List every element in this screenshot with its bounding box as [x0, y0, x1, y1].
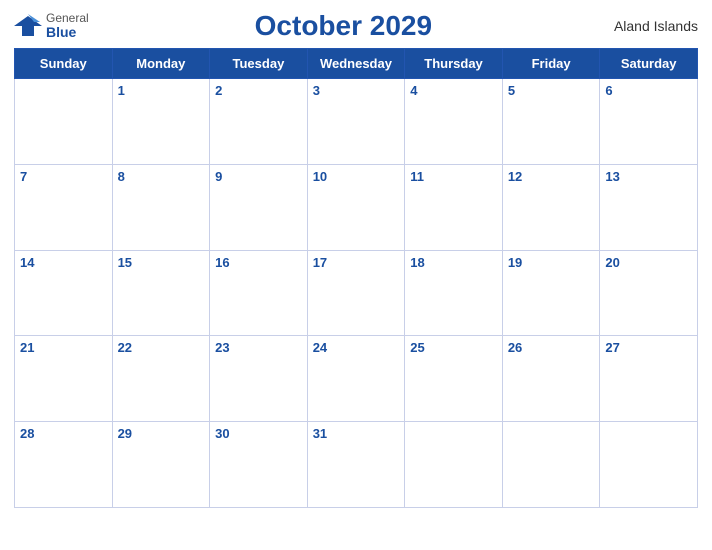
week-row-5: 28 29 30 31: [15, 422, 698, 508]
logo-area: General Blue: [14, 12, 89, 41]
day-number: 30: [215, 426, 229, 441]
calendar-cell: [502, 422, 600, 508]
calendar-thead: SundayMondayTuesdayWednesdayThursdayFrid…: [15, 49, 698, 79]
calendar-tbody: 1234567891011121314151617181920212223242…: [15, 79, 698, 508]
calendar-cell: 5: [502, 79, 600, 165]
day-number: 7: [20, 169, 27, 184]
calendar-cell: 8: [112, 164, 210, 250]
day-number: 6: [605, 83, 612, 98]
calendar-cell: 20: [600, 250, 698, 336]
week-row-4: 21 22 23 24 25 26 27: [15, 336, 698, 422]
calendar-cell: 29: [112, 422, 210, 508]
calendar-cell: 30: [210, 422, 308, 508]
day-number: 8: [118, 169, 125, 184]
region-label: Aland Islands: [598, 18, 698, 34]
calendar-cell: 17: [307, 250, 405, 336]
day-number: 31: [313, 426, 327, 441]
day-number: 1: [118, 83, 125, 98]
calendar-cell: 21: [15, 336, 113, 422]
calendar-cell: [15, 79, 113, 165]
day-number: 23: [215, 340, 229, 355]
weekday-header-friday: Friday: [502, 49, 600, 79]
calendar-cell: 6: [600, 79, 698, 165]
week-row-3: 14 15 16 17 18 19 20: [15, 250, 698, 336]
calendar-cell: [405, 422, 503, 508]
day-number: 20: [605, 255, 619, 270]
weekday-header-sunday: Sunday: [15, 49, 113, 79]
day-number: 12: [508, 169, 522, 184]
day-number: 24: [313, 340, 327, 355]
day-number: 28: [20, 426, 34, 441]
calendar-cell: 3: [307, 79, 405, 165]
calendar-cell: 16: [210, 250, 308, 336]
calendar-cell: 28: [15, 422, 113, 508]
calendar-cell: 24: [307, 336, 405, 422]
day-number: 27: [605, 340, 619, 355]
calendar-cell: 14: [15, 250, 113, 336]
logo-bird-icon: [14, 12, 42, 40]
day-number: 4: [410, 83, 417, 98]
weekday-header-tuesday: Tuesday: [210, 49, 308, 79]
calendar-cell: 9: [210, 164, 308, 250]
day-number: 26: [508, 340, 522, 355]
calendar-cell: 10: [307, 164, 405, 250]
day-number: 25: [410, 340, 424, 355]
calendar-cell: 22: [112, 336, 210, 422]
calendar-cell: 11: [405, 164, 503, 250]
weekday-header-monday: Monday: [112, 49, 210, 79]
calendar-cell: 25: [405, 336, 503, 422]
calendar-cell: 2: [210, 79, 308, 165]
day-number: 11: [410, 169, 424, 184]
logo-text: General Blue: [46, 12, 89, 41]
week-row-2: 7 8 9 10 11 12 13: [15, 164, 698, 250]
calendar-cell: 31: [307, 422, 405, 508]
calendar-cell: 12: [502, 164, 600, 250]
day-number: 22: [118, 340, 132, 355]
calendar-cell: 26: [502, 336, 600, 422]
day-number: 13: [605, 169, 619, 184]
week-row-1: 1 2 3 4 5 6: [15, 79, 698, 165]
day-number: 19: [508, 255, 522, 270]
weekday-header-row: SundayMondayTuesdayWednesdayThursdayFrid…: [15, 49, 698, 79]
logo-blue-label: Blue: [46, 25, 89, 40]
calendar-cell: 1: [112, 79, 210, 165]
day-number: 16: [215, 255, 229, 270]
day-number: 18: [410, 255, 424, 270]
calendar-cell: [600, 422, 698, 508]
day-number: 29: [118, 426, 132, 441]
day-number: 5: [508, 83, 515, 98]
calendar-cell: 23: [210, 336, 308, 422]
calendar-cell: 19: [502, 250, 600, 336]
calendar-table: SundayMondayTuesdayWednesdayThursdayFrid…: [14, 48, 698, 508]
day-number: 15: [118, 255, 132, 270]
day-number: 14: [20, 255, 34, 270]
day-number: 17: [313, 255, 327, 270]
day-number: 2: [215, 83, 222, 98]
calendar-title: October 2029: [255, 10, 432, 41]
day-number: 9: [215, 169, 222, 184]
day-number: 21: [20, 340, 34, 355]
logo-general-label: General: [46, 12, 89, 25]
day-number: 3: [313, 83, 320, 98]
calendar-cell: 15: [112, 250, 210, 336]
calendar-cell: 27: [600, 336, 698, 422]
calendar-cell: 7: [15, 164, 113, 250]
title-area: October 2029: [89, 10, 598, 42]
calendar-cell: 4: [405, 79, 503, 165]
calendar-header: General Blue October 2029 Aland Islands: [14, 10, 698, 42]
calendar-cell: 13: [600, 164, 698, 250]
weekday-header-wednesday: Wednesday: [307, 49, 405, 79]
weekday-header-saturday: Saturday: [600, 49, 698, 79]
calendar-container: General Blue October 2029 Aland Islands …: [0, 0, 712, 550]
calendar-cell: 18: [405, 250, 503, 336]
weekday-header-thursday: Thursday: [405, 49, 503, 79]
day-number: 10: [313, 169, 327, 184]
